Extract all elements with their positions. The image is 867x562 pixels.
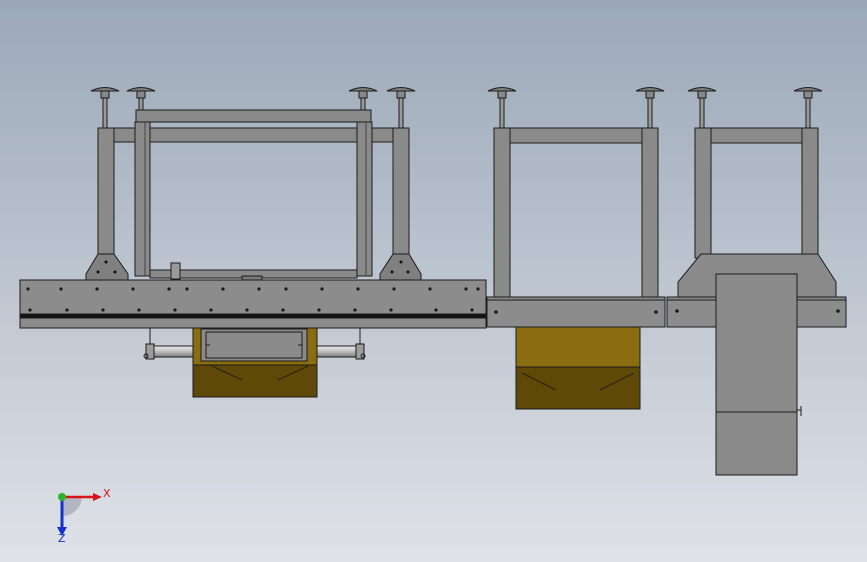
z-axis-label: Z [58, 532, 66, 545]
beam-lower [19, 317, 487, 329]
post-left [493, 127, 511, 299]
post-left [694, 127, 712, 259]
top-crossbeam [509, 127, 643, 144]
hopper-lower [192, 364, 318, 398]
gearbox-plate [200, 328, 308, 362]
conveyor-beam [19, 279, 487, 329]
top-crossbeam [710, 127, 803, 144]
x-axis-label: X [103, 487, 111, 500]
hopper [192, 327, 318, 398]
post-right [801, 127, 819, 259]
inner-post-left [134, 121, 151, 277]
outer-post-right [392, 127, 410, 257]
outer-post-left [97, 127, 115, 257]
post-right [641, 127, 659, 299]
spindle [170, 262, 181, 280]
y-axis-dot [58, 493, 66, 501]
bracket [241, 275, 263, 281]
assembly-drawing: X Z [0, 0, 867, 562]
beam-upper [19, 279, 487, 319]
top-rail [135, 109, 372, 123]
beam-divider [19, 313, 487, 319]
hopper [515, 326, 641, 410]
motor-housing [715, 273, 802, 476]
conveyor-beam [486, 296, 666, 328]
hopper-lower [515, 366, 641, 410]
cad-viewport[interactable]: X Z [0, 0, 867, 562]
inner-post-right [356, 121, 373, 277]
